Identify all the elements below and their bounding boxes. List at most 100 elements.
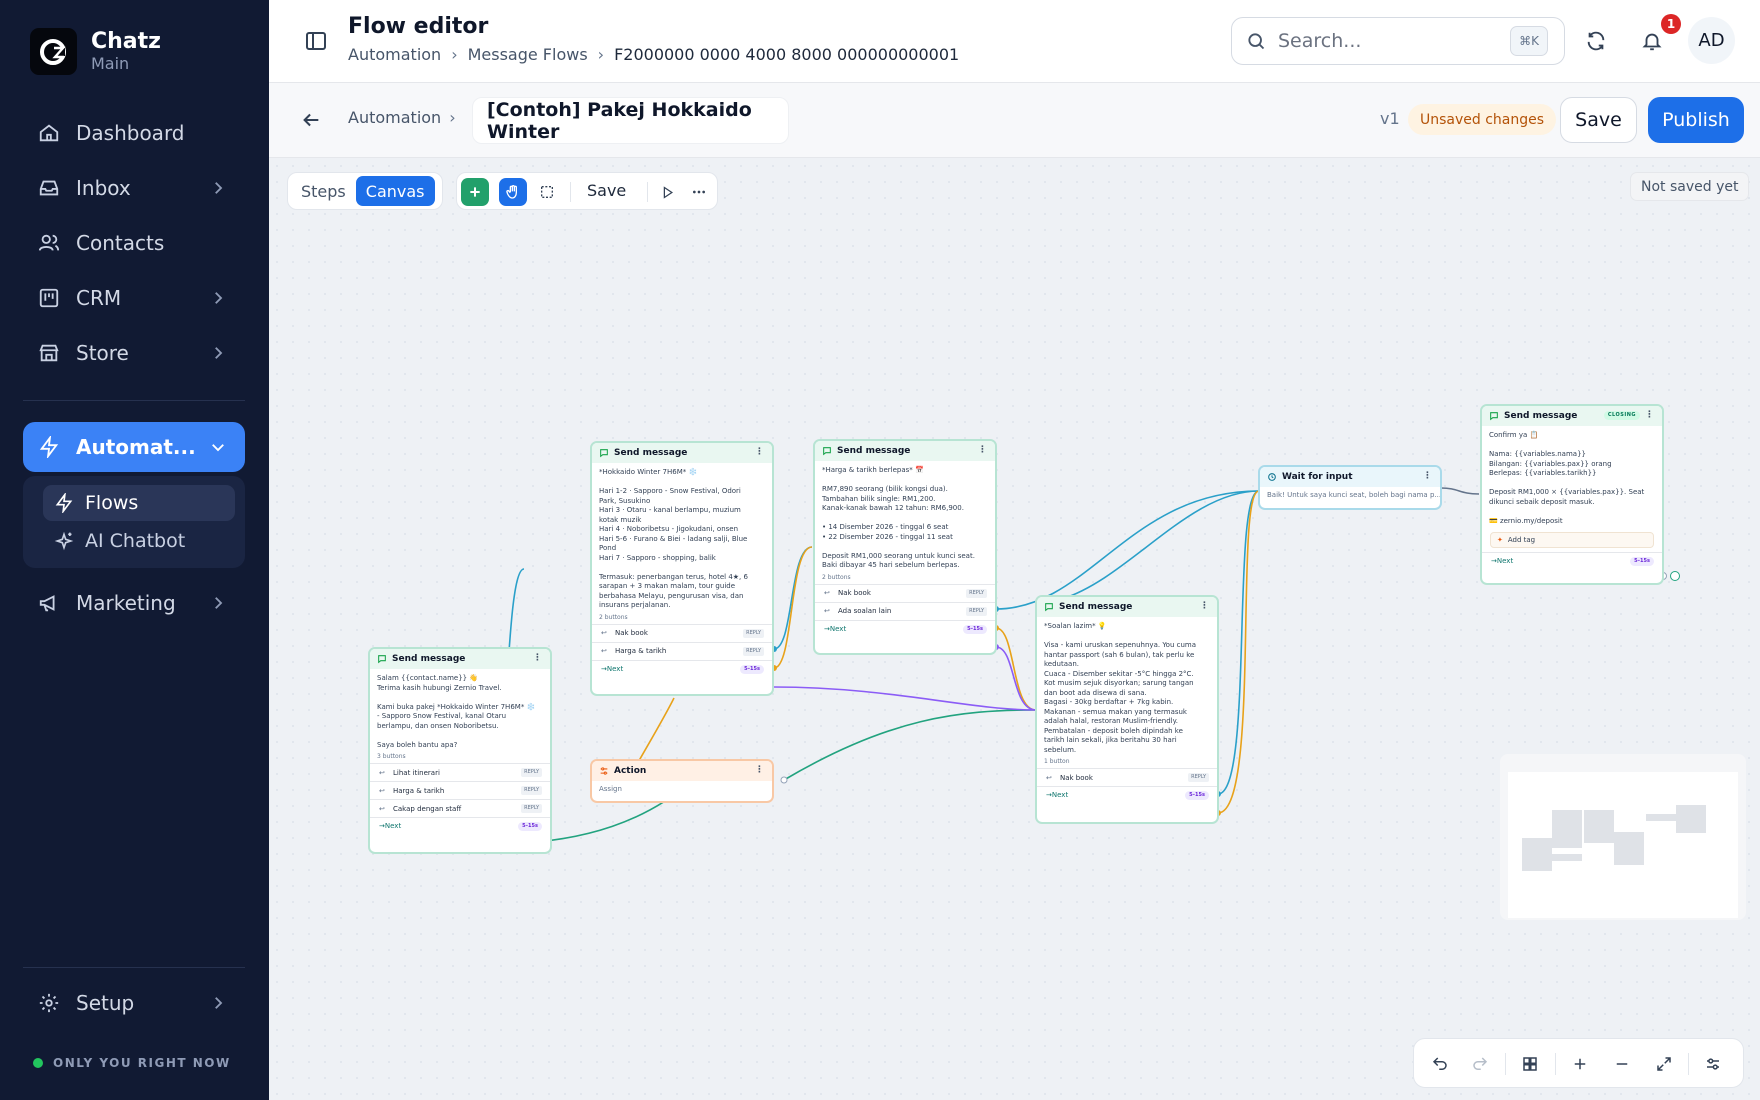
editor-breadcrumb-label: Automation: [348, 108, 442, 127]
node-menu-icon[interactable]: ⋮: [1200, 601, 1209, 611]
node-header[interactable]: Send message ⋮: [370, 649, 550, 669]
zoom-in-button[interactable]: [1568, 1052, 1592, 1076]
node-title: Send message: [837, 446, 911, 456]
node-header[interactable]: Send message ⋮: [1037, 597, 1217, 617]
automation-subnav: Flows AI Chatbot: [23, 476, 245, 568]
node-next-row[interactable]: → Next 5–15s: [815, 619, 995, 637]
auto-layout-button[interactable]: [1518, 1052, 1542, 1076]
mode-steps-button[interactable]: Steps: [291, 176, 356, 206]
reply-tag: REPLY: [966, 588, 987, 598]
avatar[interactable]: AD: [1688, 17, 1735, 64]
nav-dashboard[interactable]: Dashboard: [23, 108, 245, 158]
closing-tag: CLOSING: [1603, 411, 1640, 420]
node-header[interactable]: Send message ⋮: [592, 443, 772, 463]
node-header[interactable]: Wait for input ⋮: [1260, 467, 1440, 487]
node-next-row[interactable]: → Next 5–15s: [1037, 786, 1217, 803]
breadcrumb-message-flows[interactable]: Message Flows: [468, 45, 588, 64]
node-button-row[interactable]: ↩ Nak book REPLY: [815, 583, 995, 602]
node-next-row[interactable]: → Next 5–15s: [592, 659, 772, 677]
undo-button[interactable]: [1428, 1052, 1452, 1076]
refresh-button[interactable]: [1577, 22, 1615, 60]
nav-contacts[interactable]: Contacts: [23, 218, 245, 268]
editor-breadcrumb[interactable]: Automation ›: [348, 108, 456, 127]
reply-icon: ↩: [1046, 773, 1052, 782]
node-menu-icon[interactable]: ⋮: [978, 445, 987, 455]
nav-label: Dashboard: [76, 121, 185, 145]
zoom-out-button[interactable]: [1610, 1052, 1634, 1076]
message-icon: [378, 655, 386, 664]
nav-marketing[interactable]: Marketing: [23, 578, 245, 628]
node-menu-icon[interactable]: ⋮: [1423, 471, 1432, 481]
node-menu-icon[interactable]: ⋮: [1645, 410, 1654, 420]
nav-inbox[interactable]: Inbox: [23, 163, 245, 213]
node-menu-icon[interactable]: ⋮: [533, 653, 542, 663]
node-button-row[interactable]: ↩ Harga & tarikh REPLY: [592, 641, 772, 660]
node-button-row[interactable]: ↩ Harga & tarikh REPLY: [370, 781, 550, 799]
save-button[interactable]: Save: [1560, 97, 1637, 143]
page-title: Flow editor: [348, 14, 489, 39]
toolbar-save-button[interactable]: Save: [587, 181, 626, 200]
nav-crm[interactable]: CRM: [23, 273, 245, 323]
breadcrumb-automation[interactable]: Automation: [348, 45, 441, 64]
message-icon: [600, 449, 608, 458]
marquee-select-icon: [541, 186, 553, 198]
redo-button[interactable]: [1468, 1052, 1492, 1076]
reply-tag: REPLY: [1188, 773, 1209, 782]
node-action-assign[interactable]: Action ⋮ Assign: [590, 759, 774, 803]
flow-name-input[interactable]: [Contoh] Pakej Hokkaido Winter: [472, 97, 789, 144]
node-button-row[interactable]: ↩ Ada soalan lain REPLY: [815, 601, 995, 620]
node-send-message-pricing[interactable]: Send message ⋮ *Harga & tarikh berlepas*…: [813, 439, 997, 655]
node-menu-icon[interactable]: ⋮: [755, 447, 764, 457]
node-header[interactable]: Send message CLOSING ⋮: [1482, 406, 1662, 426]
canvas-settings-button[interactable]: [1701, 1052, 1725, 1076]
node-header[interactable]: Send message ⋮: [815, 441, 995, 461]
sidebar-divider: [23, 967, 245, 968]
node-title: Wait for input: [1282, 472, 1353, 482]
publish-button[interactable]: Publish: [1648, 97, 1744, 143]
reply-tag: REPLY: [521, 786, 542, 795]
kanban-icon: [37, 286, 61, 310]
select-tool-button[interactable]: [533, 178, 561, 206]
nav-automation[interactable]: Automat...: [23, 422, 245, 472]
sidebar-toggle-icon[interactable]: [304, 29, 328, 53]
node-button-row[interactable]: ↩ Nak book REPLY: [592, 623, 772, 642]
search-input[interactable]: [1278, 30, 1498, 52]
search-box[interactable]: ⌘K: [1231, 17, 1565, 65]
node-menu-icon[interactable]: ⋮: [755, 765, 764, 775]
node-send-message-faq[interactable]: Send message ⋮ *Soalan lazim* 💡 Visa - k…: [1035, 595, 1219, 824]
node-button-row[interactable]: ↩ Lihat itinerari REPLY: [370, 763, 550, 781]
node-button-count: 1 button: [1044, 758, 1070, 765]
node-next-label: Next: [384, 822, 402, 830]
add-tag-label: Add tag: [1507, 536, 1536, 544]
node-send-message-itinerary[interactable]: Send message ⋮ *Hokkaido Winter 7H6M* ❄️…: [590, 441, 774, 696]
node-next-row[interactable]: → Next 5–15s: [1482, 552, 1662, 569]
node-wait-for-input[interactable]: Wait for input ⋮ Baik! Untuk saya kunci …: [1258, 465, 1442, 510]
add-node-button[interactable]: [461, 178, 489, 206]
run-test-button[interactable]: [653, 178, 681, 206]
controls-divider: [1505, 1053, 1506, 1075]
brand[interactable]: Chatz Main: [30, 28, 161, 75]
subnav-ai-chatbot[interactable]: AI Chatbot: [43, 523, 235, 559]
minimap[interactable]: [1500, 754, 1746, 920]
toolbar-divider: [570, 182, 571, 202]
nav-label: Contacts: [76, 231, 165, 255]
node-button-row[interactable]: ↩ Nak book REPLY: [1037, 768, 1217, 786]
back-arrow-icon[interactable]: [300, 109, 322, 131]
node-message-text: *Hokkaido Winter 7H6M* ❄️ Hari 1-2 · Sap…: [599, 468, 748, 609]
fit-view-button[interactable]: [1652, 1052, 1676, 1076]
mode-canvas-button[interactable]: Canvas: [355, 176, 435, 206]
node-send-message-welcome[interactable]: Send message ⋮ Salam {{contact.name}} 👋 …: [368, 647, 552, 854]
view-mode-toggle: Steps Canvas: [287, 172, 443, 210]
node-next-row[interactable]: → Next 5–15s: [370, 817, 550, 834]
nav-store[interactable]: Store: [23, 328, 245, 378]
add-tag-action[interactable]: ✦ Add tag: [1490, 532, 1654, 548]
pan-tool-button[interactable]: [499, 178, 527, 206]
subnav-flows[interactable]: Flows: [43, 485, 235, 521]
node-send-message-closing[interactable]: Send message CLOSING ⋮ Confirm ya 📋 Nama…: [1480, 404, 1664, 585]
more-options-button[interactable]: [685, 178, 713, 206]
node-next-label: Next: [829, 624, 847, 633]
node-header[interactable]: Action ⋮: [592, 761, 772, 781]
node-button-row[interactable]: ↩ Cakap dengan staff REPLY: [370, 799, 550, 817]
flow-canvas[interactable]: Steps Canvas Save Not saved yet Send mes…: [269, 158, 1760, 1100]
nav-setup[interactable]: Setup: [23, 978, 245, 1028]
